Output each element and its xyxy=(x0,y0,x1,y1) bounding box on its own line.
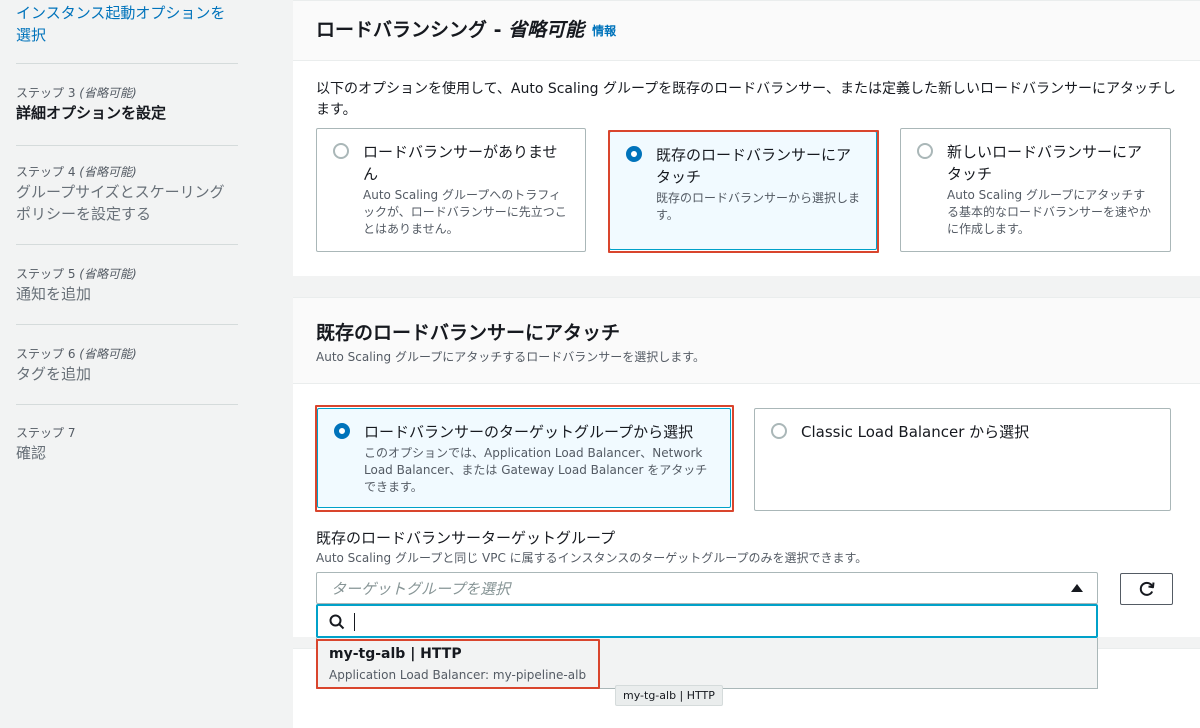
target-group-dropdown: my-tg-alb | HTTP Application Load Balanc… xyxy=(316,638,1098,689)
lb-option-existing[interactable]: 既存のロードバランサーにアタッチ 既存のロードバランサーから選択します。 xyxy=(609,131,877,250)
lb-option-none-desc: Auto Scaling グループへのトラフィックが、ロードバランサーに先立つこ… xyxy=(363,188,567,236)
step-3-optional: (省略可能) xyxy=(79,86,137,100)
step-divider xyxy=(16,63,238,64)
step-4-title: グループサイズとスケーリングポリシーを設定する xyxy=(16,183,225,223)
target-group-description: Auto Scaling グループと同じ VPC に属するインスタンスのターゲッ… xyxy=(316,551,868,565)
attach-option-classic[interactable]: Classic Load Balancer から選択 xyxy=(754,408,1171,511)
radio-button[interactable] xyxy=(333,143,349,159)
step-6-title: タグを追加 xyxy=(16,365,92,383)
attach-existing-panel: 既存のロードバランサーにアタッチ Auto Scaling グループにアタッチす… xyxy=(293,297,1200,637)
load-balancing-description: 以下のオプションを使用して、Auto Scaling グループを既存のロードバラ… xyxy=(316,81,1177,118)
lb-option-new-label: 新しいロードバランサーにアタッチ xyxy=(947,143,1143,183)
dropdown-option[interactable]: my-tg-alb | HTTP Application Load Balanc… xyxy=(317,638,1097,688)
refresh-button[interactable] xyxy=(1120,573,1173,605)
page-title: ロードバランシング - 省略可能 情報 xyxy=(316,15,616,42)
step-divider xyxy=(16,145,238,146)
step-5-number: ステップ 5 xyxy=(16,267,76,281)
step-4-kicker: ステップ 4 (省略可能) xyxy=(16,163,238,181)
attach-option-target-group[interactable]: ロードバランサーのターゲットグループから選択 このオプションでは、Applica… xyxy=(317,408,731,508)
info-link[interactable]: 情報 xyxy=(592,24,616,38)
lb-option-existing-desc: 既存のロードバランサーから選択します。 xyxy=(656,191,861,222)
step-3-kicker: ステップ 3 (省略可能) xyxy=(16,84,238,102)
wizard-steps-sidebar: インスタンス起動オプションを選択 ステップ 3 (省略可能) 詳細オプションを設… xyxy=(0,0,293,728)
load-balancing-panel: ロードバランシング - 省略可能 情報 以下のオプションを使用して、Auto Sc… xyxy=(293,0,1200,276)
step-5-optional: (省略可能) xyxy=(79,267,137,281)
lb-option-none[interactable]: ロードバランサーがありません Auto Scaling グループへのトラフィック… xyxy=(316,128,586,252)
target-group-placeholder: ターゲットグループを選択 xyxy=(331,580,511,598)
tooltip: my-tg-alb | HTTP xyxy=(615,685,723,706)
option-title: my-tg-alb | HTTP xyxy=(329,646,462,662)
sidebar-step-2[interactable]: インスタンス起動オプションを選択 xyxy=(16,2,238,46)
search-icon xyxy=(329,614,345,630)
caret-up-icon[interactable] xyxy=(1071,584,1083,592)
option-subtitle: Application Load Balancer: my-pipeline-a… xyxy=(329,668,587,682)
lb-option-new-desc: Auto Scaling グループにアタッチする基本的なロードバランサーを速やか… xyxy=(947,188,1152,236)
step-3-number: ステップ 3 xyxy=(16,86,76,100)
sidebar-step-4: ステップ 4 (省略可能) グループサイズとスケーリングポリシーを設定する xyxy=(16,163,238,225)
attach-section-title: 既存のロードバランサーにアタッチ xyxy=(316,322,621,344)
step-5-title: 通知を追加 xyxy=(16,285,92,303)
lb-option-new[interactable]: 新しいロードバランサーにアタッチ Auto Scaling グループにアタッチす… xyxy=(900,128,1171,252)
step-divider xyxy=(16,404,238,405)
sidebar-step-7: ステップ 7 確認 xyxy=(16,424,238,464)
step-divider xyxy=(16,244,238,245)
step-5-kicker: ステップ 5 (省略可能) xyxy=(16,265,238,283)
step-6-kicker: ステップ 6 (省略可能) xyxy=(16,345,238,363)
radio-button-selected[interactable] xyxy=(334,423,350,439)
sidebar-step-3: ステップ 3 (省略可能) 詳細オプションを設定 xyxy=(16,84,238,124)
target-group-label: 既存のロードバランサーターゲットグループ xyxy=(316,529,616,547)
attach-option-classic-label: Classic Load Balancer から選択 xyxy=(801,423,1030,441)
section-title-text: ロードバランシング - xyxy=(316,19,509,41)
target-group-search[interactable] xyxy=(316,604,1098,638)
step-6-optional: (省略可能) xyxy=(79,347,137,361)
attach-option-target-group-desc: このオプションでは、Application Load Balancer、Netw… xyxy=(364,446,708,494)
lb-option-none-label: ロードバランサーがありません xyxy=(363,143,558,183)
step-7-title: 確認 xyxy=(16,444,47,462)
step-4-number: ステップ 4 xyxy=(16,165,76,179)
attach-existing-header: 既存のロードバランサーにアタッチ Auto Scaling グループにアタッチす… xyxy=(293,298,1200,384)
step-6-number: ステップ 6 xyxy=(16,347,76,361)
step-divider xyxy=(16,324,238,325)
text-cursor xyxy=(354,613,355,631)
step-7-kicker: ステップ 7 xyxy=(16,426,76,440)
radio-button[interactable] xyxy=(917,143,933,159)
section-title-optional: 省略可能 xyxy=(508,19,585,41)
load-balancing-header: ロードバランシング - 省略可能 情報 xyxy=(293,1,1200,61)
step-4-optional: (省略可能) xyxy=(79,165,137,179)
refresh-icon xyxy=(1139,581,1155,596)
radio-button[interactable] xyxy=(771,423,787,439)
radio-button-selected[interactable] xyxy=(626,146,642,162)
target-group-select[interactable]: ターゲットグループを選択 xyxy=(316,572,1098,604)
step-2-title[interactable]: インスタンス起動オプションを選択 xyxy=(16,2,238,46)
attach-option-target-group-label: ロードバランサーのターゲットグループから選択 xyxy=(364,423,694,441)
step-3-title: 詳細オプションを設定 xyxy=(16,104,167,122)
attach-section-description: Auto Scaling グループにアタッチするロードバランサーを選択します。 xyxy=(316,350,706,364)
sidebar-step-5: ステップ 5 (省略可能) 通知を追加 xyxy=(16,265,238,305)
lb-option-existing-label: 既存のロードバランサーにアタッチ xyxy=(656,146,852,186)
sidebar-step-6: ステップ 6 (省略可能) タグを追加 xyxy=(16,345,238,385)
